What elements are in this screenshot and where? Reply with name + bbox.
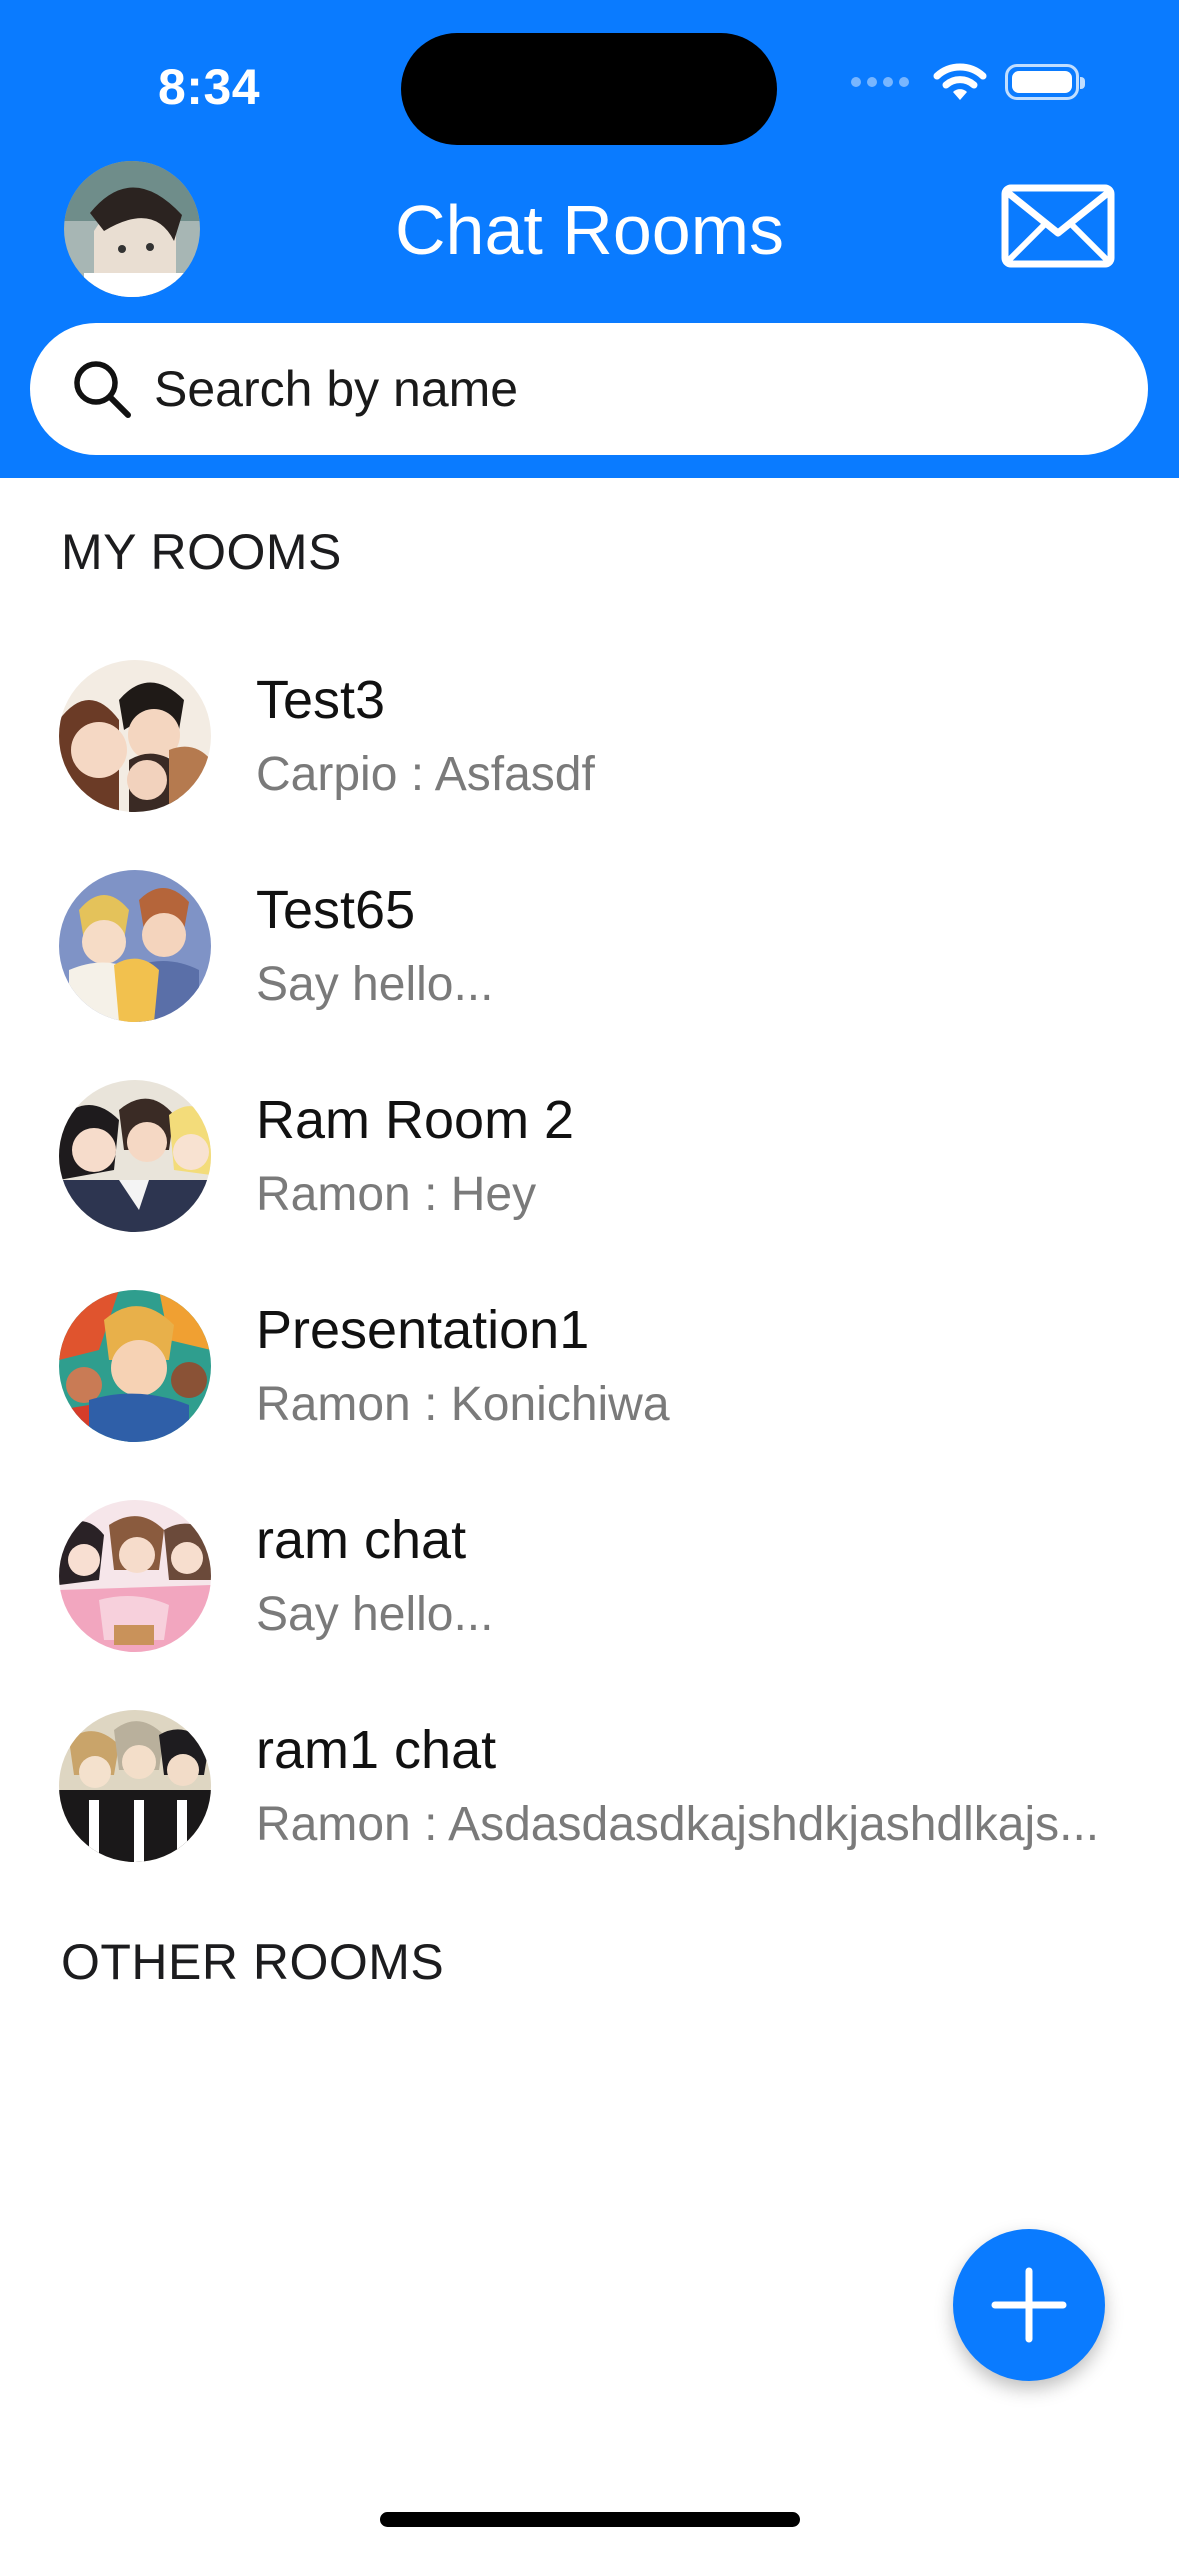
plus-icon [991,2267,1067,2343]
mail-button[interactable] [1000,183,1116,269]
status-icons [851,62,1085,102]
room-last-message: Say hello... [256,1588,494,1641]
room-last-message: Ramon : Hey [256,1168,537,1221]
header-bar: 8:34 Chat Rooms [0,0,1179,478]
room-avatar [59,1710,211,1862]
room-item[interactable]: ram chat Say hello... [0,1491,1179,1701]
room-item[interactable]: Test3 Carpio : Asfasdf [0,651,1179,861]
room-item[interactable]: Ram Room 2 Ramon : Hey [0,1071,1179,1281]
room-avatar [59,1500,211,1652]
room-last-message: Ramon : Asdasdasdkajshdkjashdlkajs... [256,1798,1100,1851]
room-item[interactable]: Test65 Say hello... [0,861,1179,1071]
room-avatar [59,1290,211,1442]
room-last-message: Say hello... [256,958,494,1011]
add-room-button[interactable] [953,2229,1105,2381]
room-avatar [59,1080,211,1232]
dynamic-island [401,33,777,145]
envelope-icon [1001,184,1115,268]
status-time: 8:34 [158,59,261,115]
room-list: Test3 Carpio : Asfasdf Test65 Say hello.… [0,651,1179,1911]
room-item[interactable]: Presentation1 Ramon : Konichiwa [0,1281,1179,1491]
room-name: Test65 [256,880,416,940]
room-avatar [59,870,211,1022]
room-last-message: Ramon : Konichiwa [256,1378,670,1431]
my-rooms-header: MY ROOMS [61,524,342,580]
room-name: ram1 chat [256,1720,497,1780]
other-rooms-header: OTHER ROOMS [61,1934,445,1990]
room-name: Ram Room 2 [256,1090,575,1150]
room-last-message: Carpio : Asfasdf [256,748,595,801]
room-name: Presentation1 [256,1300,590,1360]
room-name: ram chat [256,1510,467,1570]
room-item[interactable]: ram1 chat Ramon : Asdasdasdkajshdkjashdl… [0,1701,1179,1911]
home-indicator [380,2512,800,2527]
wifi-icon [933,63,987,100]
search-icon [74,361,131,418]
search-bar[interactable] [30,323,1148,455]
cellular-signal-icon [851,77,909,87]
battery-icon [1005,64,1085,100]
room-avatar [59,660,211,812]
search-input[interactable] [152,359,1056,419]
room-name: Test3 [256,670,386,730]
